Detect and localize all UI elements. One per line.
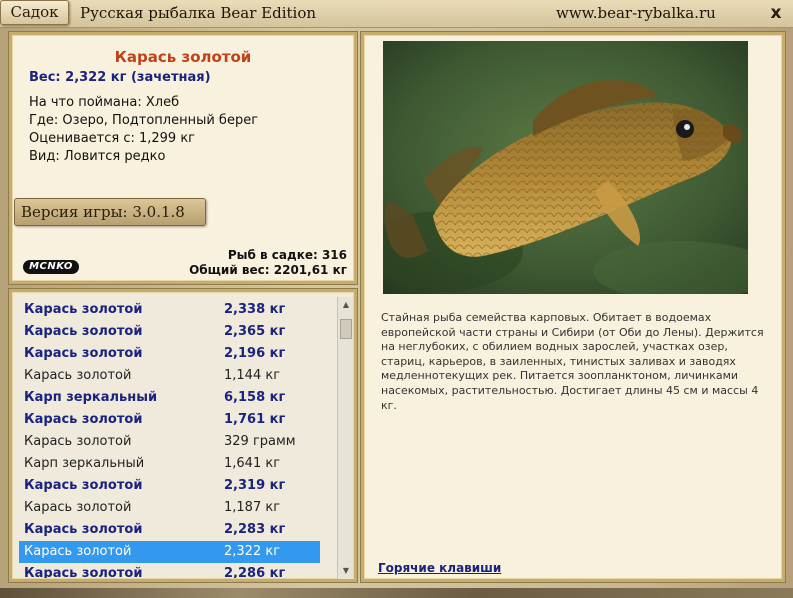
scroll-thumb[interactable]: [340, 319, 352, 339]
list-item[interactable]: Карась золотой 2,196 кг: [19, 343, 320, 365]
title-bar: Садок Русская рыбалка Bear Edition www.b…: [0, 0, 793, 28]
list-item-weight: 2,196 кг: [224, 346, 286, 361]
game-window: Садок Русская рыбалка Bear Edition www.b…: [0, 0, 793, 598]
bait-info: На что поймана: Хлеб: [29, 95, 180, 110]
list-item-selected[interactable]: Карась золотой 2,322 кг: [19, 541, 320, 563]
catch-list-panel: Карась золотой 2,338 кг Карась золотой 2,36…: [9, 289, 357, 582]
fish-description: Стайная рыба семейства карповых. Обитает…: [381, 311, 764, 412]
app-title: Русская рыбалка Bear Edition: [80, 4, 317, 22]
list-item-name: Карась золотой: [24, 500, 132, 515]
list-item[interactable]: Карась золотой 1,144 кг: [19, 365, 320, 387]
list-item-weight: 1,144 кг: [224, 368, 281, 383]
fish-name-title: Карась золотой: [114, 48, 252, 66]
list-item-weight: 2,286 кг: [224, 566, 286, 578]
list-item-name: Карась золотой: [24, 522, 143, 537]
list-item-weight: 1,761 кг: [224, 412, 286, 427]
list-item-name: Карп зеркальный: [24, 390, 158, 405]
fish-photo-panel: Стайная рыба семейства карповых. Обитает…: [361, 32, 785, 582]
site-url: www.bear-rybalka.ru: [556, 4, 716, 22]
list-item-name: Карп зеркальный: [24, 456, 145, 471]
rarity-info: Вид: Ловится редко: [29, 149, 166, 164]
list-item[interactable]: Карась золотой 2,283 кг: [19, 519, 320, 541]
list-item[interactable]: Карась золотой 1,761 кг: [19, 409, 320, 431]
scroll-down-icon[interactable]: ▼: [338, 563, 354, 579]
fish-weight: Вес: 2,322 кг (зачетная): [29, 70, 211, 85]
list-item[interactable]: Карп зеркальный 6,158 кг: [19, 387, 320, 409]
list-item-name: Карась золотой: [24, 478, 143, 493]
list-item[interactable]: Карась золотой 2,365 кг: [19, 321, 320, 343]
list-item[interactable]: Карась золотой 2,338 кг: [19, 299, 320, 321]
list-item-weight: 329 грамм: [224, 434, 296, 449]
list-item-name: Карась золотой: [24, 412, 143, 427]
list-item-weight: 6,158 кг: [224, 390, 286, 405]
list-item-name: Карась золотой: [24, 566, 143, 578]
game-version-badge: Версия игры: 3.0.1.8: [14, 198, 206, 226]
list-item-name: Карась золотой: [24, 544, 132, 559]
scroll-up-icon[interactable]: ▲: [338, 297, 354, 313]
keepnet-button[interactable]: Садок: [0, 0, 69, 25]
list-item[interactable]: Карась золотой 2,286 кг: [19, 563, 320, 578]
list-item[interactable]: Карась золотой 1,187 кг: [19, 497, 320, 519]
list-item-name: Карась золотой: [24, 346, 143, 361]
close-icon[interactable]: x: [766, 3, 786, 23]
list-item-weight: 2,322 кг: [224, 544, 281, 559]
list-item-weight: 1,187 кг: [224, 500, 281, 515]
list-item-weight: 2,319 кг: [224, 478, 286, 493]
catch-list-scrollbar[interactable]: ▲ ▼: [337, 297, 353, 579]
fish-photo: [383, 41, 748, 294]
list-item-name: Карась золотой: [24, 434, 132, 449]
list-item[interactable]: Карась золотой 329 грамм: [19, 431, 320, 453]
rating-info: Оценивается с: 1,299 кг: [29, 131, 196, 146]
list-item[interactable]: Карп зеркальный 1,641 кг: [19, 453, 320, 475]
list-item-weight: 2,283 кг: [224, 522, 286, 537]
catch-list[interactable]: Карась золотой 2,338 кг Карась золотой 2,36…: [15, 295, 336, 578]
bottom-strip: [0, 588, 793, 598]
location-info: Где: Озеро, Подтопленный берег: [29, 113, 259, 128]
fish-info-panel: Карась золотой Вес: 2,322 кг (зачетная) …: [9, 32, 357, 284]
list-item-name: Карась золотой: [24, 368, 132, 383]
keepnet-total-weight: Общий вес: 2201,61 кг: [189, 263, 347, 277]
list-item-name: Карась золотой: [24, 302, 143, 317]
list-item-name: Карась золотой: [24, 324, 143, 339]
keepnet-count: Рыб в садке: 316: [227, 248, 347, 262]
developer-logo: MCNKO: [23, 260, 79, 274]
list-item-weight: 2,338 кг: [224, 302, 286, 317]
hotkeys-link[interactable]: Горячие клавиши: [378, 561, 501, 575]
list-item-weight: 1,641 кг: [224, 456, 281, 471]
list-item[interactable]: Карась золотой 2,319 кг: [19, 475, 320, 497]
list-item-weight: 2,365 кг: [224, 324, 286, 339]
